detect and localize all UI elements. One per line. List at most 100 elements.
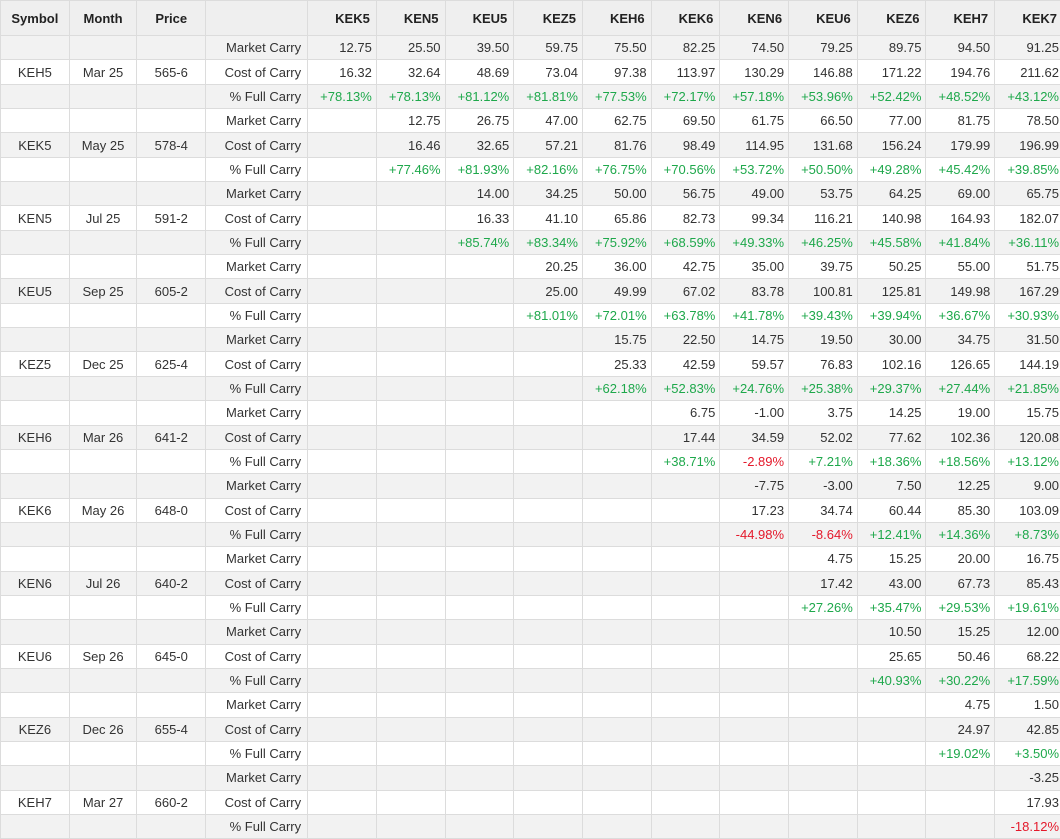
value-cell: 114.95: [720, 133, 789, 157]
row-type-label: % Full Carry: [206, 449, 308, 473]
header-symbol[interactable]: Symbol: [1, 1, 70, 36]
symbol-cell: KEZ5: [1, 352, 70, 376]
price-cell: 645-0: [137, 644, 206, 668]
header-column-keu5[interactable]: KEU5: [445, 1, 514, 36]
row-type-label: Market Carry: [206, 693, 308, 717]
value-cell: 130.29: [720, 60, 789, 84]
price-cell: [137, 693, 206, 717]
value-cell: [857, 693, 926, 717]
value-cell: [514, 620, 583, 644]
value-cell: 126.65: [926, 352, 995, 376]
value-cell: +52.83%: [651, 376, 720, 400]
value-cell: 26.75: [445, 109, 514, 133]
value-cell: +63.78%: [651, 303, 720, 327]
value-cell: [308, 571, 377, 595]
value-cell: [514, 790, 583, 814]
value-cell: [582, 815, 651, 839]
value-cell: [582, 741, 651, 765]
value-cell: [308, 157, 377, 181]
value-cell: 17.93: [995, 790, 1060, 814]
value-cell: [376, 425, 445, 449]
value-cell: +41.78%: [720, 303, 789, 327]
table-row: Market Carry4.7515.2520.0016.75: [1, 547, 1060, 571]
value-cell: -3.25: [995, 766, 1060, 790]
value-cell: 50.25: [857, 255, 926, 279]
month-cell: Dec 25: [69, 352, 137, 376]
symbol-cell: [1, 620, 70, 644]
header-column-kez6[interactable]: KEZ6: [857, 1, 926, 36]
table-row: KEN5Jul 25591-2Cost of Carry16.3341.1065…: [1, 206, 1060, 230]
header-column-keh6[interactable]: KEH6: [582, 1, 651, 36]
row-type-label: Cost of Carry: [206, 60, 308, 84]
value-cell: 69.00: [926, 182, 995, 206]
header-column-keh7[interactable]: KEH7: [926, 1, 995, 36]
value-cell: 85.30: [926, 498, 995, 522]
row-type-label: Cost of Carry: [206, 644, 308, 668]
table-body: Market Carry12.7525.5039.5059.7575.5082.…: [1, 36, 1060, 839]
header-column-kek6[interactable]: KEK6: [651, 1, 720, 36]
value-cell: +45.58%: [857, 230, 926, 254]
row-type-label: % Full Carry: [206, 522, 308, 546]
value-cell: 34.25: [514, 182, 583, 206]
value-cell: [582, 571, 651, 595]
value-cell: [720, 766, 789, 790]
value-cell: 144.19: [995, 352, 1060, 376]
price-cell: [137, 401, 206, 425]
value-cell: [308, 790, 377, 814]
header-column-kek7[interactable]: KEK7: [995, 1, 1060, 36]
month-cell: Mar 26: [69, 425, 137, 449]
value-cell: [651, 815, 720, 839]
value-cell: -7.75: [720, 474, 789, 498]
month-cell: [69, 766, 137, 790]
value-cell: [376, 668, 445, 692]
symbol-cell: [1, 157, 70, 181]
row-type-label: Market Carry: [206, 36, 308, 60]
month-cell: [69, 595, 137, 619]
value-cell: 83.78: [720, 279, 789, 303]
value-cell: +39.85%: [995, 157, 1060, 181]
value-cell: [376, 255, 445, 279]
price-cell: [137, 328, 206, 352]
symbol-cell: [1, 328, 70, 352]
header-column-kez5[interactable]: KEZ5: [514, 1, 583, 36]
header-price[interactable]: Price: [137, 1, 206, 36]
month-cell: Dec 26: [69, 717, 137, 741]
price-cell: [137, 668, 206, 692]
value-cell: 68.22: [995, 644, 1060, 668]
value-cell: +48.52%: [926, 84, 995, 108]
value-cell: [376, 376, 445, 400]
price-cell: 660-2: [137, 790, 206, 814]
header-column-ken5[interactable]: KEN5: [376, 1, 445, 36]
value-cell: [651, 668, 720, 692]
value-cell: 9.00: [995, 474, 1060, 498]
value-cell: [789, 620, 858, 644]
table-row: KEU6Sep 26645-0Cost of Carry25.6550.4668…: [1, 644, 1060, 668]
value-cell: [720, 620, 789, 644]
row-type-label: Market Carry: [206, 474, 308, 498]
value-cell: 53.75: [789, 182, 858, 206]
value-cell: +39.43%: [789, 303, 858, 327]
value-cell: +25.38%: [789, 376, 858, 400]
value-cell: 39.50: [445, 36, 514, 60]
value-cell: +27.44%: [926, 376, 995, 400]
month-cell: [69, 474, 137, 498]
value-cell: [651, 522, 720, 546]
header-column-ken6[interactable]: KEN6: [720, 1, 789, 36]
value-cell: 16.33: [445, 206, 514, 230]
symbol-cell: [1, 376, 70, 400]
value-cell: [445, 571, 514, 595]
month-cell: [69, 84, 137, 108]
value-cell: 102.36: [926, 425, 995, 449]
header-month[interactable]: Month: [69, 1, 137, 36]
value-cell: 91.25: [995, 36, 1060, 60]
value-cell: [720, 547, 789, 571]
header-column-kek5[interactable]: KEK5: [308, 1, 377, 36]
value-cell: 211.62: [995, 60, 1060, 84]
price-cell: 578-4: [137, 133, 206, 157]
value-cell: [514, 352, 583, 376]
value-cell: [445, 595, 514, 619]
header-column-keu6[interactable]: KEU6: [789, 1, 858, 36]
value-cell: 25.33: [582, 352, 651, 376]
value-cell: [308, 815, 377, 839]
symbol-cell: [1, 36, 70, 60]
